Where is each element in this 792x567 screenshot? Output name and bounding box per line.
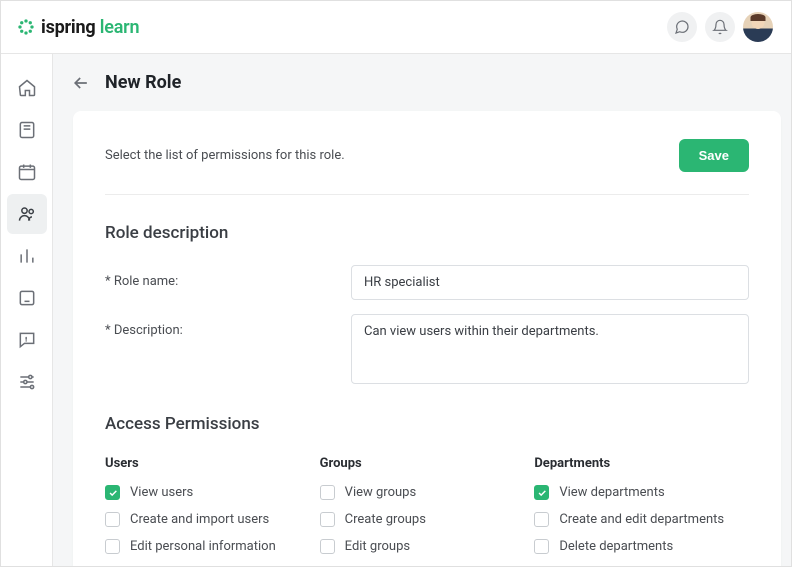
perm-col-title: Departments — [534, 456, 749, 471]
perm-label: Delete departments — [559, 539, 673, 554]
perm-label: Create and import users — [130, 512, 269, 527]
brand[interactable]: ispring learn — [17, 17, 139, 38]
checkbox-unchecked-icon — [534, 512, 549, 527]
perm-label: Create and edit departments — [559, 512, 724, 527]
checkbox-unchecked-icon — [534, 539, 549, 554]
perm-item[interactable]: Delete departments — [534, 539, 749, 554]
perm-item[interactable]: View groups — [320, 485, 535, 500]
section-title-role-description: Role description — [105, 223, 749, 243]
perm-col-departments: Departments View departments Create and … — [534, 456, 749, 566]
calendar-icon — [17, 162, 37, 182]
perm-item[interactable]: Create groups — [320, 512, 535, 527]
sidebar-item-reports[interactable] — [7, 236, 47, 276]
perm-item[interactable]: Edit groups — [320, 539, 535, 554]
permissions-grid: Users View users Create and import users… — [105, 456, 749, 566]
sidebar-item-home[interactable] — [7, 68, 47, 108]
perm-label: Create groups — [345, 512, 426, 527]
back-button[interactable] — [71, 73, 91, 93]
section-title-permissions: Access Permissions — [105, 414, 749, 434]
home-icon — [17, 78, 37, 98]
description-label: * Description: — [105, 314, 351, 338]
page-title: New Role — [105, 72, 181, 93]
sidebar-item-archive[interactable] — [7, 278, 47, 318]
role-name-input[interactable] — [351, 265, 749, 300]
checkbox-unchecked-icon — [320, 485, 335, 500]
checkbox-checked-icon — [105, 485, 120, 500]
perm-item[interactable]: Create and edit departments — [534, 512, 749, 527]
brand-text: ispring learn — [41, 17, 139, 38]
sidebar-item-feedback[interactable] — [7, 320, 47, 360]
perm-label: View groups — [345, 485, 417, 500]
brand-logo-icon — [17, 18, 35, 36]
save-button[interactable]: Save — [679, 139, 749, 172]
notifications-button[interactable] — [705, 12, 735, 42]
chat-button[interactable] — [667, 12, 697, 42]
bar-chart-icon — [17, 246, 37, 266]
checkbox-checked-icon — [534, 485, 549, 500]
sidebar-item-courses[interactable] — [7, 110, 47, 150]
main-content: New Role Select the list of permissions … — [53, 54, 791, 566]
sidebar — [1, 54, 53, 566]
user-avatar[interactable] — [743, 12, 773, 42]
perm-col-title: Users — [105, 456, 320, 471]
intro-text: Select the list of permissions for this … — [105, 148, 345, 163]
perm-col-groups: Groups View groups Create groups Edit gr… — [320, 456, 535, 566]
brand-name-1: ispring — [41, 17, 95, 38]
sidebar-item-users[interactable] — [7, 194, 47, 234]
perm-col-users: Users View users Create and import users… — [105, 456, 320, 566]
sliders-icon — [17, 372, 37, 392]
description-textarea[interactable] — [351, 314, 749, 384]
page-header: New Role — [53, 54, 791, 111]
perm-label: Edit groups — [345, 539, 410, 554]
card-header: Select the list of permissions for this … — [105, 139, 749, 195]
layout: New Role Select the list of permissions … — [1, 54, 791, 566]
perm-item[interactable]: View departments — [534, 485, 749, 500]
role-form-card: Select the list of permissions for this … — [73, 111, 781, 566]
checkbox-unchecked-icon — [320, 539, 335, 554]
bell-icon — [712, 19, 728, 35]
topbar: ispring learn — [1, 1, 791, 54]
perm-label: View users — [130, 485, 193, 500]
form-row-description: * Description: — [105, 314, 749, 384]
chat-icon — [674, 19, 690, 35]
book-icon — [17, 120, 37, 140]
role-name-label: * Role name: — [105, 265, 351, 289]
form-row-role-name: * Role name: — [105, 265, 749, 300]
perm-label: Edit personal information — [130, 539, 276, 554]
brand-name-2: learn — [95, 17, 139, 38]
checkbox-unchecked-icon — [105, 539, 120, 554]
checkbox-unchecked-icon — [320, 512, 335, 527]
topbar-actions — [667, 12, 773, 42]
message-icon — [17, 330, 37, 350]
sidebar-item-calendar[interactable] — [7, 152, 47, 192]
perm-item[interactable]: Edit personal information — [105, 539, 320, 554]
perm-item[interactable]: View users — [105, 485, 320, 500]
perm-col-title: Groups — [320, 456, 535, 471]
checkbox-unchecked-icon — [105, 512, 120, 527]
users-icon — [17, 204, 37, 224]
perm-item[interactable]: Create and import users — [105, 512, 320, 527]
perm-label: View departments — [559, 485, 664, 500]
archive-icon — [17, 288, 37, 308]
sidebar-item-settings[interactable] — [7, 362, 47, 402]
